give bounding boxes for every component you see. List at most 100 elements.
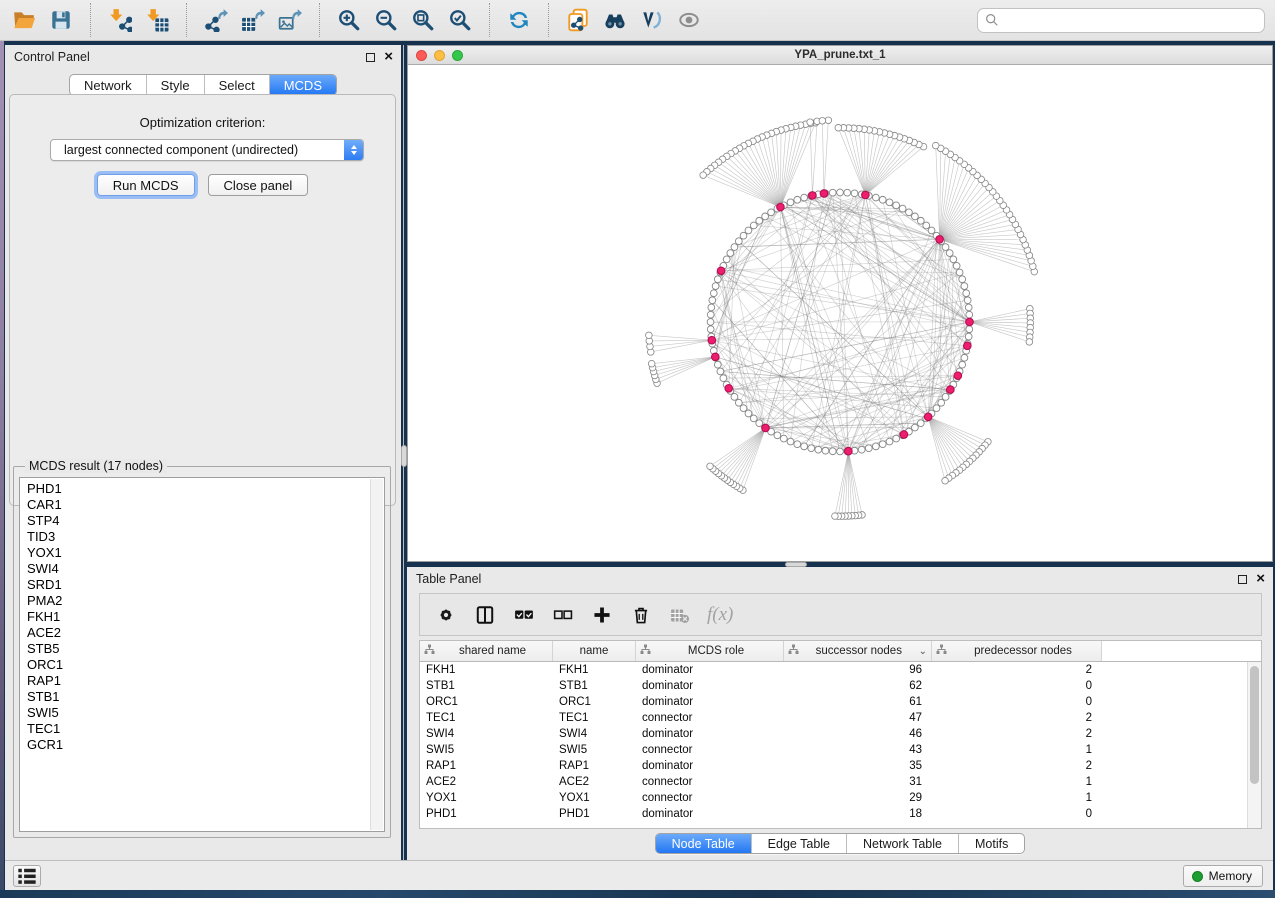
search-input[interactable]	[1004, 13, 1257, 27]
close-table-panel-icon[interactable]: ×	[1256, 574, 1265, 584]
toolbar-separator	[186, 3, 187, 37]
tab-edge-table[interactable]: Edge Table	[751, 834, 846, 853]
mcds-result-item[interactable]: TID3	[27, 529, 384, 545]
zoom-selected-icon[interactable]	[446, 6, 474, 34]
export-table-icon[interactable]	[239, 6, 267, 34]
mcds-result-item[interactable]: GCR1	[27, 737, 384, 753]
table-settings-icon[interactable]	[434, 603, 458, 627]
toggle-panel-columns-icon[interactable]	[473, 603, 497, 627]
show-hide-panel-icon[interactable]	[675, 6, 703, 34]
mcds-result-item[interactable]: SWI4	[27, 561, 384, 577]
mcds-result-item[interactable]: PMA2	[27, 593, 384, 609]
status-bar: Memory	[5, 860, 1273, 890]
mcds-result-item[interactable]: SWI5	[27, 705, 384, 721]
control-panel: Control Panel × NetworkStyleSelectMCDS O…	[5, 45, 401, 860]
mcds-result-item[interactable]: RAP1	[27, 673, 384, 689]
list-icon	[14, 863, 40, 889]
deselect-all-icon[interactable]	[551, 603, 575, 627]
mcds-result-item[interactable]: TEC1	[27, 721, 384, 737]
zoom-out-icon[interactable]	[372, 6, 400, 34]
desktop-wallpaper-left	[0, 41, 4, 890]
delete-column-icon[interactable]	[629, 603, 653, 627]
import-network-icon[interactable]	[106, 6, 134, 34]
table-scrollbar[interactable]	[1247, 662, 1261, 828]
mcds-result-item[interactable]: ACE2	[27, 625, 384, 641]
column-header-predecessor-nodes[interactable]: predecessor nodes	[932, 641, 1102, 661]
import-table-icon[interactable]	[143, 6, 171, 34]
toolbar-separator	[489, 3, 490, 37]
automation-panel-button[interactable]	[13, 865, 41, 887]
table-panel-title: Table Panel	[416, 572, 481, 586]
zoom-fit-icon[interactable]	[409, 6, 437, 34]
table-scrollbar-thumb[interactable]	[1250, 666, 1259, 784]
node-table[interactable]: shared namename MCDS role successor node…	[419, 640, 1262, 829]
optimization-criterion-value: largest connected component (undirected)	[51, 143, 344, 157]
column-header-MCDS-role[interactable]: MCDS role	[636, 641, 784, 661]
run-mcds-button[interactable]: Run MCDS	[97, 174, 195, 196]
save-session-icon[interactable]	[47, 6, 75, 34]
optimization-criterion-select[interactable]: largest connected component (undirected)	[50, 139, 364, 161]
search-box[interactable]	[977, 8, 1265, 33]
mcds-result-item[interactable]: STP4	[27, 513, 384, 529]
table-row[interactable]: SWI5SWI5connector431	[420, 742, 1261, 758]
tab-mcds[interactable]: MCDS	[269, 75, 336, 95]
network-canvas[interactable]	[408, 65, 1272, 561]
export-image-icon[interactable]	[276, 6, 304, 34]
table-row[interactable]: PHD1PHD1dominator180	[420, 806, 1261, 822]
control-panel-titlebar: Control Panel ×	[5, 45, 401, 69]
mcds-result-list[interactable]: PHD1CAR1STP4TID3YOX1SWI4SRD1PMA2FKH1ACE2…	[19, 477, 385, 832]
mcds-result-item[interactable]: STB5	[27, 641, 384, 657]
column-header-successor-nodes[interactable]: successor nodes⌄	[784, 641, 932, 661]
toolbar-icons	[10, 3, 703, 37]
table-toolbar: f(x)	[419, 593, 1262, 636]
column-header-shared-name[interactable]: shared name	[420, 641, 553, 661]
mcds-result-item[interactable]: PHD1	[27, 481, 384, 497]
zoom-in-icon[interactable]	[335, 6, 363, 34]
desktop-wallpaper-bottom	[0, 890, 1275, 898]
tab-node-table[interactable]: Node Table	[656, 834, 751, 853]
network-view-window: YPA_prune.txt_1	[407, 45, 1273, 562]
tab-style[interactable]: Style	[146, 75, 204, 95]
function-builder-icon[interactable]: f(x)	[707, 604, 733, 626]
table-row[interactable]: SWI4SWI4dominator462	[420, 726, 1261, 742]
search-icon	[985, 13, 999, 27]
table-row[interactable]: FKH1FKH1dominator962	[420, 662, 1261, 678]
select-all-icon[interactable]	[512, 603, 536, 627]
mcds-result-item[interactable]: STB1	[27, 689, 384, 705]
optimization-criterion-label: Optimization criterion:	[10, 115, 395, 130]
tab-network-table[interactable]: Network Table	[846, 834, 958, 853]
tab-network[interactable]: Network	[70, 75, 146, 95]
mcds-result-item[interactable]: SRD1	[27, 577, 384, 593]
float-table-panel-icon[interactable]	[1238, 575, 1247, 584]
open-file-icon[interactable]	[10, 6, 38, 34]
close-panel-button[interactable]: Close panel	[208, 174, 309, 196]
table-row[interactable]: STB1STB1dominator620	[420, 678, 1261, 694]
table-row[interactable]: ACE2ACE2connector311	[420, 774, 1261, 790]
toggle-graphics-details-icon[interactable]	[638, 6, 666, 34]
float-panel-icon[interactable]	[366, 53, 375, 62]
table-row[interactable]: YOX1YOX1connector291	[420, 790, 1261, 806]
tab-select[interactable]: Select	[204, 75, 269, 95]
column-header-name[interactable]: name	[553, 641, 636, 661]
table-row[interactable]: TEC1TEC1connector472	[420, 710, 1261, 726]
memory-button[interactable]: Memory	[1183, 865, 1263, 887]
sort-chevron-icon[interactable]: ⌄	[919, 646, 927, 657]
export-network-icon[interactable]	[202, 6, 230, 34]
add-column-icon[interactable]	[590, 603, 614, 627]
mcds-result-item[interactable]: ORC1	[27, 657, 384, 673]
table-row[interactable]: RAP1RAP1dominator352	[420, 758, 1261, 774]
network-titlebar: YPA_prune.txt_1	[408, 46, 1272, 65]
tab-motifs[interactable]: Motifs	[958, 834, 1024, 853]
network-title: YPA_prune.txt_1	[408, 49, 1272, 61]
mcds-result-item[interactable]: CAR1	[27, 497, 384, 513]
node-table-header: shared namename MCDS role successor node…	[420, 641, 1261, 662]
clone-network-icon[interactable]	[564, 6, 592, 34]
table-panel: Table Panel × f(x) shared namename MCDS …	[407, 567, 1273, 860]
result-list-scrollbar[interactable]	[370, 479, 383, 830]
close-panel-icon[interactable]: ×	[384, 52, 393, 62]
table-row[interactable]: ORC1ORC1dominator610	[420, 694, 1261, 710]
mcds-result-item[interactable]: FKH1	[27, 609, 384, 625]
find-icon[interactable]	[601, 6, 629, 34]
mcds-result-item[interactable]: YOX1	[27, 545, 384, 561]
refresh-view-icon[interactable]	[505, 6, 533, 34]
